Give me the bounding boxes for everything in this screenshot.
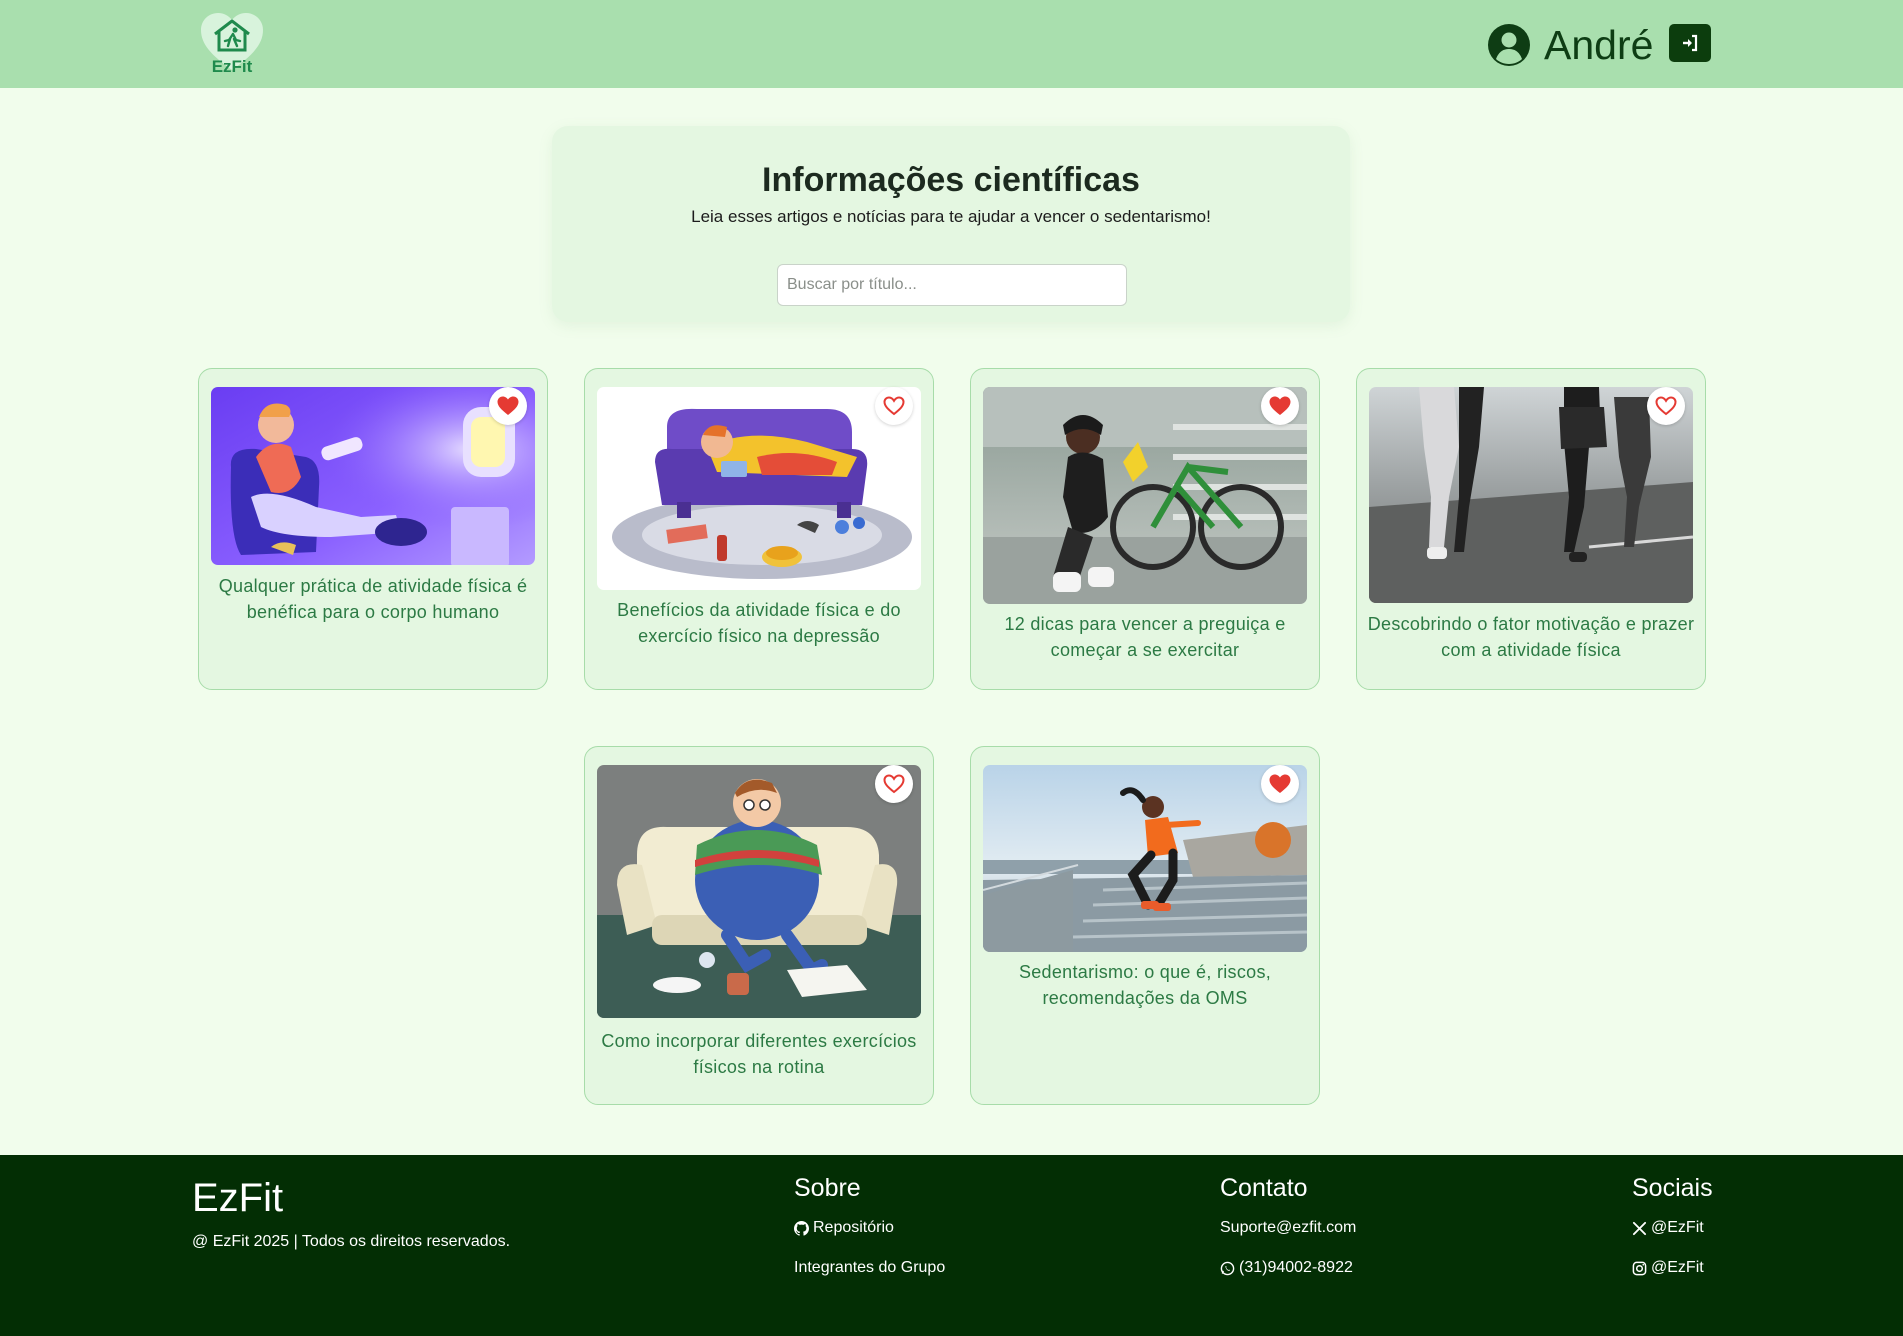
article-title[interactable]: 12 dicas para vencer a preguiça e começa… xyxy=(981,611,1309,663)
heart-outline-icon xyxy=(883,396,905,416)
footer-heading-sociais: Sociais xyxy=(1632,1174,1713,1202)
user-name[interactable]: André xyxy=(1544,20,1653,70)
cartoon-man-on-couch-with-tv-image[interactable] xyxy=(211,387,535,565)
instagram-social-link[interactable]: @EzFit xyxy=(1632,1257,1704,1279)
cartoon-boy-on-purple-sofa-image[interactable] xyxy=(597,387,921,590)
article-title[interactable]: Sedentarismo: o que é, riscos, recomenda… xyxy=(981,959,1309,1011)
article-title[interactable]: Benefícios da atividade física e do exer… xyxy=(595,597,923,649)
favorite-button[interactable] xyxy=(1647,387,1685,425)
heart-filled-icon xyxy=(497,396,519,415)
ezfit-logo[interactable]: EzFit xyxy=(199,10,265,76)
heart-filled-icon xyxy=(1269,396,1291,415)
heart-outline-icon xyxy=(883,774,905,794)
article-title[interactable]: Qualquer prática de atividade física é b… xyxy=(209,573,537,625)
footer-heading-contato: Contato xyxy=(1220,1174,1308,1202)
x-handle: @EzFit xyxy=(1651,1219,1704,1236)
support-email: Suporte@ezfit.com xyxy=(1220,1219,1357,1236)
favorite-button[interactable] xyxy=(1261,765,1299,803)
woman-jumping-on-stairs-image[interactable] xyxy=(983,765,1307,952)
people-running-on-road-image[interactable] xyxy=(1369,387,1693,603)
group-members-link[interactable]: Integrantes do Grupo xyxy=(794,1257,945,1279)
instagram-icon xyxy=(1632,1261,1647,1275)
favorite-button[interactable] xyxy=(875,387,913,425)
search-input[interactable] xyxy=(777,264,1127,306)
whatsapp-link[interactable]: (31)94002-8922 xyxy=(1220,1257,1353,1279)
article-card[interactable]: 12 dicas para vencer a preguiça e começa… xyxy=(970,368,1320,690)
footer-heading-sobre: Sobre xyxy=(794,1174,861,1202)
phone-number: (31)94002-8922 xyxy=(1239,1259,1353,1276)
footer-copyright: @ EzFit 2025 | Todos os direitos reserva… xyxy=(192,1233,511,1250)
article-title[interactable]: Como incorporar diferentes exercícios fí… xyxy=(595,1028,923,1080)
x-social-link[interactable]: @EzFit xyxy=(1632,1217,1704,1239)
favorite-button[interactable] xyxy=(1261,387,1299,425)
article-card[interactable]: Sedentarismo: o que é, riscos, recomenda… xyxy=(970,746,1320,1105)
whatsapp-icon xyxy=(1220,1261,1235,1275)
logo-house-runner-icon: EzFit xyxy=(201,13,263,76)
page-subtitle: Leia esses artigos e notícias para te aj… xyxy=(691,207,1211,226)
heart-outline-icon xyxy=(1655,396,1677,416)
top-navbar: EzFit André xyxy=(0,0,1903,88)
repository-link[interactable]: Repositório xyxy=(794,1217,894,1239)
article-card[interactable]: Benefícios da atividade física e do exer… xyxy=(584,368,934,690)
instagram-handle: @EzFit xyxy=(1651,1259,1704,1276)
x-twitter-icon xyxy=(1632,1221,1647,1235)
github-icon xyxy=(794,1220,809,1236)
favorite-button[interactable] xyxy=(489,387,527,425)
group-members-link-label: Integrantes do Grupo xyxy=(794,1259,946,1276)
article-title[interactable]: Descobrindo o fator motivação e prazer c… xyxy=(1367,611,1695,663)
user-circle-icon[interactable] xyxy=(1487,23,1531,67)
favorite-button[interactable] xyxy=(875,765,913,803)
intro-panel: Informações científicas Leia esses artig… xyxy=(552,126,1350,322)
heart-filled-icon xyxy=(1269,774,1291,793)
cartoon-man-on-sofa-with-snacks-image[interactable] xyxy=(597,765,921,1018)
support-email-link[interactable]: Suporte@ezfit.com xyxy=(1220,1217,1356,1239)
woman-with-bicycle-image[interactable] xyxy=(983,387,1307,604)
login-button[interactable] xyxy=(1669,24,1711,62)
article-card[interactable]: Descobrindo o fator motivação e prazer c… xyxy=(1356,368,1706,690)
article-card[interactable]: Como incorporar diferentes exercícios fí… xyxy=(584,746,934,1105)
svg-text:EzFit: EzFit xyxy=(212,57,253,76)
page-title: Informações científicas xyxy=(762,161,1140,199)
footer-brand: EzFit xyxy=(192,1176,284,1220)
site-footer: EzFit @ EzFit 2025 | Todos os direitos r… xyxy=(0,1155,1903,1336)
sign-in-icon xyxy=(1683,34,1698,52)
repository-link-label: Repositório xyxy=(813,1219,894,1236)
article-card[interactable]: Qualquer prática de atividade física é b… xyxy=(198,368,548,690)
